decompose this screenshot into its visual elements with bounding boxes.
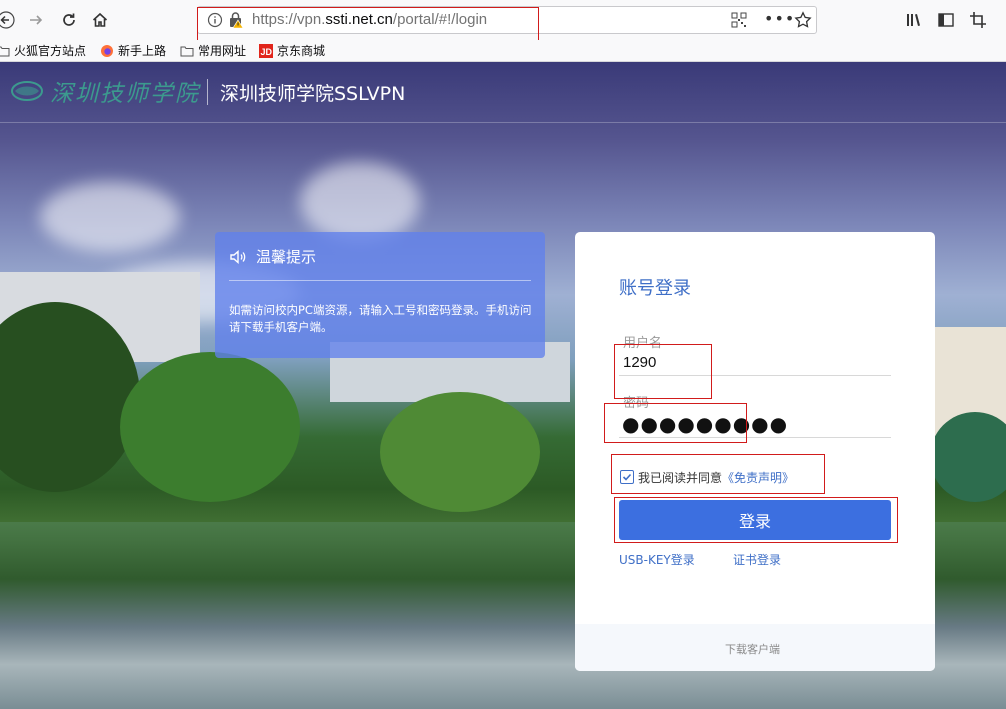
disclaimer-link[interactable]: 《免责声明》 — [722, 471, 794, 485]
forward-button[interactable] — [22, 6, 50, 34]
background-tree — [930, 412, 1006, 502]
page-header: 深圳技师学院 深圳技师学院SSLVPN — [0, 62, 1006, 123]
notice-divider — [229, 280, 531, 281]
login-card: 账号登录 用户名 密码 ●●●●●●●●● 我已阅读并同意《免责声明》 登录 U… — [575, 232, 935, 671]
forward-arrow-icon — [30, 15, 43, 25]
bookmark-getting-started[interactable]: 新手上路 — [100, 42, 166, 59]
background-cloud — [40, 182, 180, 252]
screenshot-button[interactable] — [964, 6, 992, 34]
home-button[interactable] — [86, 6, 114, 34]
url-bar[interactable]: https://vpn.ssti.net.cn/portal/#!/login … — [197, 6, 817, 34]
url-text[interactable]: https://vpn.ssti.net.cn/portal/#!/login — [252, 11, 487, 28]
password-label: 密码 — [623, 396, 650, 411]
notice-panel: 温馨提示 如需访问校内PC端资源，请输入工号和密码登录。手机访问请下载手机客户端… — [215, 232, 545, 358]
url-suffix: /portal/#!/login — [392, 11, 488, 28]
url-prefix: https://vpn. — [252, 11, 326, 28]
card-footer: 下载客户端 — [575, 624, 935, 671]
download-client-link[interactable]: 下载客户端 — [725, 641, 780, 657]
bookmark-label: 新手上路 — [118, 44, 167, 58]
usbkey-login-link[interactable]: USB-KEY登录 — [619, 551, 695, 568]
background-tree — [380, 392, 540, 512]
school-emblem-icon — [11, 81, 43, 101]
reload-icon — [63, 13, 75, 26]
password-masked-value: ●●●●●●●●● — [622, 412, 789, 436]
notice-title: 温馨提示 — [256, 248, 317, 266]
back-arrow-icon — [0, 11, 15, 29]
bookmark-label: 常用网址 — [198, 44, 247, 58]
school-logo-text: 深圳技师学院 — [50, 81, 200, 107]
vpn-login-page: 深圳技师学院 深圳技师学院SSLVPN 温馨提示 如需访问校内PC端资源，请输入… — [0, 62, 1006, 709]
bookmark-common-sites[interactable]: 常用网址 — [180, 42, 246, 59]
site-title: 深圳技师学院SSLVPN — [220, 83, 406, 105]
background-tree — [120, 352, 300, 502]
firefox-logo-icon — [101, 44, 113, 57]
school-logo: 深圳技师学院 — [10, 72, 200, 110]
reload-button[interactable] — [55, 6, 83, 34]
folder-icon — [180, 46, 194, 56]
folder-icon — [0, 46, 10, 56]
checkmark-icon — [622, 473, 632, 481]
page-actions-menu[interactable]: ••• — [764, 9, 795, 28]
library-icon — [907, 14, 920, 26]
svg-text:JD: JD — [261, 47, 273, 57]
back-button[interactable] — [0, 6, 20, 34]
bookmark-firefox-site[interactable]: 火狐官方站点 — [0, 42, 86, 59]
home-icon — [92, 12, 108, 27]
speaker-icon — [230, 249, 246, 265]
jd-logo-icon: JD — [259, 43, 273, 58]
sidebar-button[interactable] — [932, 6, 960, 34]
bookmarks-toolbar: 火狐官方站点 新手上路 常用网址 JD 京东商城 — [0, 40, 1006, 62]
agree-text: 我已阅读并同意《免责声明》 — [638, 469, 794, 486]
username-input[interactable] — [619, 350, 891, 376]
sidebar-icon — [938, 13, 954, 27]
header-divider — [207, 79, 208, 105]
info-icon[interactable] — [207, 12, 223, 28]
background-cloud — [300, 162, 420, 242]
agree-checkbox[interactable] — [620, 470, 634, 484]
bookmark-label: 京东商城 — [277, 44, 326, 58]
qr-code-icon[interactable] — [731, 12, 747, 28]
url-domain: ssti.net.cn — [325, 11, 393, 28]
agree-label: 我已阅读并同意 — [638, 471, 723, 485]
username-label: 用户名 — [623, 336, 663, 351]
bookmark-jd-mall[interactable]: JD 京东商城 — [259, 42, 325, 59]
login-button[interactable]: 登录 — [619, 500, 891, 540]
bookmark-label: 火狐官方站点 — [14, 44, 87, 58]
browser-toolbar: https://vpn.ssti.net.cn/portal/#!/login … — [0, 0, 1006, 40]
library-button[interactable] — [900, 6, 928, 34]
login-card-title: 账号登录 — [619, 278, 691, 299]
certificate-login-link[interactable]: 证书登录 — [733, 551, 781, 568]
crop-icon — [970, 12, 986, 28]
insecure-lock-icon[interactable] — [228, 11, 244, 29]
bookmark-star-icon[interactable] — [794, 11, 812, 29]
notice-text: 如需访问校内PC端资源，请输入工号和密码登录。手机访问请下载手机客户端。 — [229, 303, 532, 334]
